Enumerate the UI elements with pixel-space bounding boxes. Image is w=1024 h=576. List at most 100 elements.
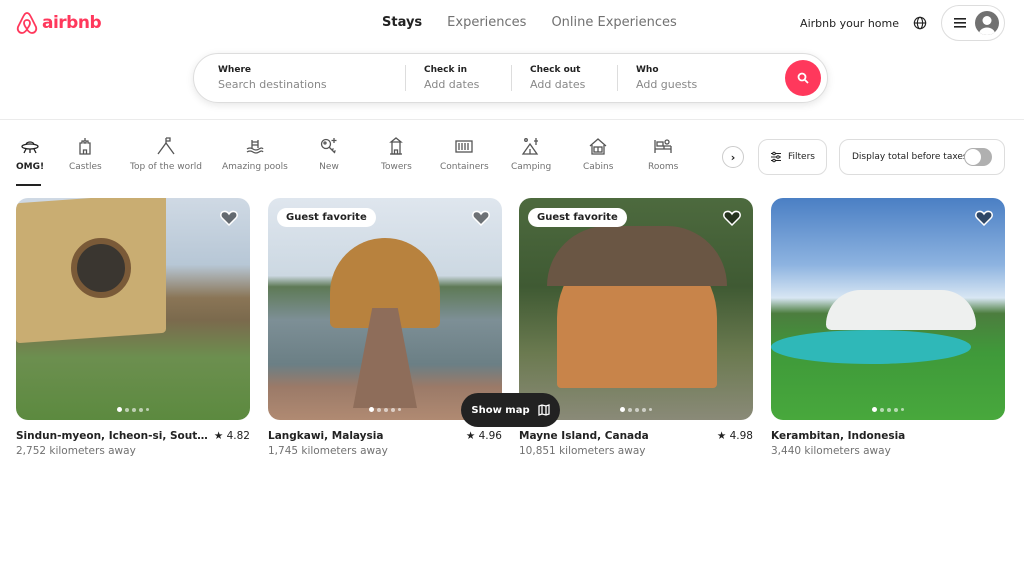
tab-experiences[interactable]: Experiences (447, 15, 526, 30)
show-map-button[interactable]: Show map (461, 393, 560, 427)
category-label: New (319, 162, 339, 172)
header: airbnb Stays Experiences Online Experien… (0, 0, 1024, 120)
category-towers[interactable]: Towers (381, 136, 412, 172)
brand-name: airbnb (42, 13, 102, 33)
thatch-roof-image (547, 226, 727, 286)
map-icon (537, 404, 550, 416)
category-label: OMG! (16, 162, 45, 172)
heart-icon[interactable] (472, 210, 490, 226)
active-category-indicator (16, 184, 41, 186)
listing-distance: 2,752 kilometers away (16, 445, 136, 457)
where-label: Where (218, 65, 251, 75)
category-label: Cabins (583, 162, 614, 172)
listing-distance: 10,851 kilometers away (519, 445, 646, 457)
category-label: Castles (69, 162, 102, 172)
where-placeholder: Search destinations (218, 78, 327, 91)
check-out-label: Check out (530, 65, 581, 75)
category-top-of-the-world[interactable]: Top of the world (130, 136, 202, 172)
listing-photo[interactable] (771, 198, 1005, 420)
tab-online-experiences[interactable]: Online Experiences (551, 15, 676, 30)
show-map-label: Show map (471, 404, 530, 416)
pool-icon (246, 140, 264, 154)
tent-icon (521, 138, 539, 155)
castle-icon (79, 138, 92, 155)
check-in-label: Check in (424, 65, 468, 75)
listing-distance: 1,745 kilometers away (268, 445, 388, 457)
photo-pagination-dots (620, 407, 652, 412)
heart-icon[interactable] (220, 210, 238, 226)
search-button[interactable] (785, 60, 821, 96)
ufo-icon (21, 141, 39, 154)
filters-label: Filters (788, 152, 815, 162)
filters-button[interactable]: Filters (758, 139, 827, 175)
star-icon: ★ (716, 430, 730, 442)
category-omg[interactable]: OMG! (16, 136, 44, 172)
globe-icon[interactable] (913, 16, 927, 30)
listing-rating: ★ 4.96 (466, 430, 502, 442)
header-right: Airbnb your home (800, 5, 1005, 41)
listing-title: Mayne Island, Canada (519, 430, 649, 442)
pool-image (771, 330, 971, 364)
airbnb-logo[interactable]: airbnb (16, 11, 102, 35)
category-amazing-pools[interactable]: Amazing pools (222, 136, 288, 172)
user-menu-button[interactable] (941, 5, 1005, 41)
rating-value: 4.82 (226, 430, 250, 442)
check-in-field[interactable]: Check in Add dates (406, 54, 511, 102)
listing-title: Langkawi, Malaysia (268, 430, 384, 442)
white-villa-image (826, 290, 976, 330)
cabin-icon (589, 138, 607, 155)
user-avatar-icon (975, 11, 999, 35)
hamburger-icon (954, 18, 966, 28)
check-out-field[interactable]: Check out Add dates (512, 54, 617, 102)
listing-photo[interactable] (16, 198, 250, 420)
tower-icon (389, 137, 404, 155)
category-label: Camping (511, 162, 552, 172)
photo-pagination-dots (872, 407, 904, 412)
check-out-placeholder: Add dates (530, 78, 586, 91)
listing-title: Sindun-myeon, Icheon-si, South Ko... (16, 430, 211, 442)
category-containers[interactable]: Containers (440, 136, 489, 172)
photo-pagination-dots (369, 407, 401, 412)
listing-distance: 3,440 kilometers away (771, 445, 891, 457)
category-label: Rooms (648, 162, 679, 172)
listing-card[interactable]: Kerambitan, Indonesia 3,440 kilometers a… (771, 198, 1005, 457)
rating-value: 4.96 (478, 430, 502, 442)
listing-photo[interactable]: Guest favorite (519, 198, 753, 420)
check-in-placeholder: Add dates (424, 78, 480, 91)
mountain-flag-icon (157, 137, 175, 155)
listing-card[interactable]: Sindun-myeon, Icheon-si, South Ko... ★ 4… (16, 198, 250, 457)
container-icon (455, 140, 473, 153)
heart-icon[interactable] (975, 210, 993, 226)
photo-pagination-dots (117, 407, 149, 412)
guest-favorite-badge: Guest favorite (528, 208, 627, 227)
category-label: Containers (440, 162, 489, 172)
who-label: Who (636, 65, 659, 75)
where-field[interactable]: Where Search destinations (194, 54, 405, 102)
tax-toggle-container: Display total before taxes (839, 139, 1005, 175)
category-next-button[interactable]: › (722, 146, 744, 168)
category-label: Top of the world (130, 162, 202, 172)
category-new[interactable]: New (319, 136, 339, 172)
guitar-soundhole-image (71, 238, 131, 298)
host-link[interactable]: Airbnb your home (800, 17, 899, 30)
heart-icon[interactable] (723, 210, 741, 226)
who-field[interactable]: Who Add guests (618, 54, 798, 102)
key-sparkle-icon (320, 138, 337, 154)
tax-toggle-switch[interactable] (964, 148, 992, 166)
category-camping[interactable]: Camping (511, 136, 551, 172)
nav-tabs: Stays Experiences Online Experiences (382, 15, 677, 30)
category-castles[interactable]: Castles (69, 136, 102, 172)
listing-rating: ★ 4.82 (214, 430, 250, 442)
listing-photo[interactable]: Guest favorite (268, 198, 502, 420)
guest-favorite-badge: Guest favorite (277, 208, 376, 227)
category-rooms[interactable]: Rooms (648, 136, 678, 172)
listing-rating: ★ 4.98 (717, 430, 753, 442)
who-placeholder: Add guests (636, 78, 698, 91)
star-icon: ★ (465, 430, 479, 442)
bed-icon (654, 139, 672, 153)
chevron-right-icon: › (730, 150, 736, 164)
tab-stays[interactable]: Stays (382, 15, 422, 30)
star-icon: ★ (213, 430, 227, 442)
category-label: Towers (381, 162, 412, 172)
category-cabins[interactable]: Cabins (583, 136, 613, 172)
